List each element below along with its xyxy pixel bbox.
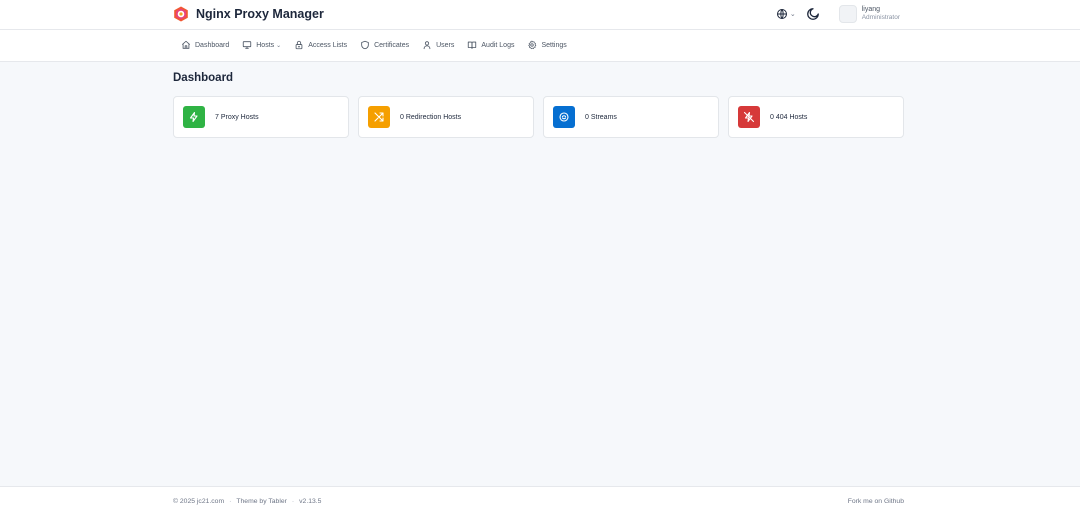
streams-card[interactable]: 0 Streams xyxy=(543,96,719,138)
book-icon xyxy=(468,41,477,49)
gear-icon xyxy=(528,40,537,50)
card-label: 0 Streams xyxy=(585,113,617,121)
bolt-off-icon xyxy=(743,111,755,123)
user-name: liyang xyxy=(861,5,880,13)
card-icon-badge xyxy=(368,106,390,128)
card-icon-badge xyxy=(553,106,575,128)
nav-item-users[interactable]: Users xyxy=(422,40,454,50)
card-label: 0 404 Hosts xyxy=(770,113,808,121)
card-icon-badge xyxy=(738,106,760,128)
separator: · xyxy=(291,498,295,505)
nav-item-label: Audit Logs xyxy=(481,41,515,49)
nav-item-label: Certificates xyxy=(374,41,410,49)
card-label: 7 Proxy Hosts xyxy=(215,113,259,121)
nav-item-label: Hosts xyxy=(256,41,275,49)
nav-item-label: Users xyxy=(436,41,455,49)
bolt-icon xyxy=(189,111,198,123)
copyright-link[interactable]: © 2025 jc21.com xyxy=(173,498,224,505)
brand[interactable]: Nginx Proxy Manager xyxy=(173,6,324,22)
page-title: Dashboard xyxy=(173,72,234,84)
shuffle-icon xyxy=(374,112,384,122)
footer: © 2025 jc21.com · Theme by Tabler · v2.1… xyxy=(0,486,1080,514)
stream-icon xyxy=(559,112,569,122)
nav-item-access-lists[interactable]: Access Lists xyxy=(294,40,347,50)
lock-icon xyxy=(295,40,303,50)
404-hosts-card[interactable]: 0 404 Hosts xyxy=(728,96,904,138)
nav-item-audit-logs[interactable]: Audit Logs xyxy=(467,40,514,50)
user-icon xyxy=(423,41,431,50)
logo-icon xyxy=(174,6,188,22)
redirection-hosts-card[interactable]: 0 Redirection Hosts xyxy=(358,96,534,138)
nav-item-label: Dashboard xyxy=(195,41,230,49)
user-role: Administrator xyxy=(861,14,900,21)
top-header: Nginx Proxy Manager ⌄ liyang Administrat… xyxy=(0,0,1080,30)
card-icon-badge xyxy=(183,106,205,128)
app-title: Nginx Proxy Manager xyxy=(196,7,324,21)
nav-item-settings[interactable]: Settings xyxy=(527,40,567,50)
nav-item-label: Access Lists xyxy=(308,41,348,49)
nav-item-hosts[interactable]: Hosts ⌄ xyxy=(242,40,281,50)
globe-icon xyxy=(776,9,787,19)
main-navigation: Dashboard Hosts ⌄ Access Lists Certifica… xyxy=(0,30,1080,62)
home-icon xyxy=(181,40,191,49)
shield-icon xyxy=(361,40,369,50)
nav-item-certificates[interactable]: Certificates xyxy=(360,40,409,50)
chevron-down-icon: ⌄ xyxy=(789,11,796,18)
github-link[interactable]: Fork me on Github xyxy=(848,498,904,505)
avatar xyxy=(838,5,857,23)
language-selector[interactable]: ⌄ xyxy=(776,8,796,20)
nav-item-dashboard[interactable]: Dashboard xyxy=(181,40,229,50)
version-link[interactable]: v2.13.5 xyxy=(299,498,321,505)
monitor-icon xyxy=(243,41,252,49)
user-menu[interactable]: liyang Administrator xyxy=(838,5,900,23)
proxy-hosts-card[interactable]: 7 Proxy Hosts xyxy=(173,96,349,138)
theme-link[interactable]: Theme by Tabler xyxy=(236,498,287,505)
card-label: 0 Redirection Hosts xyxy=(400,113,462,121)
chevron-down-icon: ⌄ xyxy=(276,42,282,49)
nav-item-label: Settings xyxy=(541,41,567,49)
moon-icon[interactable] xyxy=(806,7,820,21)
separator: · xyxy=(229,498,232,505)
